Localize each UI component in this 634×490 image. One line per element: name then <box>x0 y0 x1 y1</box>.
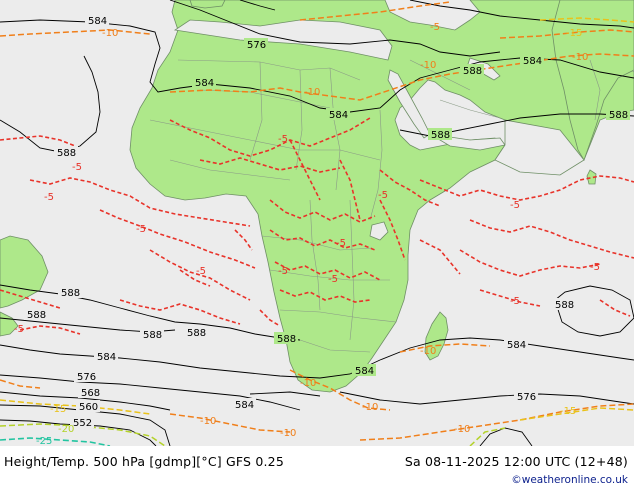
height-label: 568 <box>81 388 100 399</box>
height-label: 584 <box>195 78 214 89</box>
height-label: 588 <box>143 330 162 341</box>
temp-label: -15 <box>50 404 66 415</box>
map-footer: Height/Temp. 500 hPa [gdmp][°C] GFS 0.25… <box>0 446 634 490</box>
temp-label: -10 <box>280 428 296 439</box>
temp-label: -10 <box>362 402 378 413</box>
height-label: 588 <box>277 334 296 345</box>
temp-label: -10 <box>420 346 436 357</box>
temp-label: -15 <box>566 28 582 39</box>
temp-label: -10 <box>304 87 320 98</box>
temp-label: -5 <box>430 22 440 33</box>
map-area: 584 576 584 584 588 584 588 588 588 588 … <box>0 0 634 446</box>
height-label: 584 <box>329 110 348 121</box>
height-label: 588 <box>463 66 482 77</box>
height-label: 560 <box>79 402 98 413</box>
temp-label: -5 <box>510 296 520 307</box>
temp-label: -5 <box>136 224 146 235</box>
height-label: 584 <box>97 352 116 363</box>
temp-label: -10 <box>300 378 316 389</box>
temp-label: -10 <box>420 60 436 71</box>
height-label: 588 <box>61 288 80 299</box>
temp-label: -10 <box>200 416 216 427</box>
temp-label: -10 <box>454 424 470 435</box>
height-label: 576 <box>77 372 96 383</box>
temp-label: -5 <box>378 190 388 201</box>
height-label: 588 <box>187 328 206 339</box>
height-label: 588 <box>27 310 46 321</box>
temp-label: -5 <box>278 134 288 145</box>
height-label: 584 <box>355 366 374 377</box>
forecast-valid-time: Sa 08-11-2025 12:00 UTC (12+48) <box>404 454 628 469</box>
weather-map: 584 576 584 584 588 584 588 588 588 588 … <box>0 0 634 446</box>
temp-label: -5 <box>44 192 54 203</box>
temp-label: -5 <box>328 274 338 285</box>
temp-label: -10 <box>572 52 588 63</box>
temp-label: -5 <box>14 324 24 335</box>
height-label: 588 <box>57 148 76 159</box>
height-label: 584 <box>507 340 526 351</box>
temp-label: -25 <box>36 436 52 446</box>
height-label: 584 <box>235 400 254 411</box>
temp-label: -5 <box>590 262 600 273</box>
height-label: 588 <box>609 110 628 121</box>
temp-label: -5 <box>72 162 82 173</box>
temp-label: -15 <box>560 406 576 417</box>
temp-label: -5 <box>278 266 288 277</box>
source-credit-link[interactable]: ©weatheronline.co.uk <box>511 474 628 486</box>
temp-label: -5 <box>510 200 520 211</box>
height-label: 584 <box>88 16 107 27</box>
temp-label: -5 <box>336 238 346 249</box>
height-label: 576 <box>517 392 536 403</box>
temp-label: -20 <box>58 424 74 435</box>
height-label: 552 <box>73 418 92 429</box>
map-caption: Height/Temp. 500 hPa [gdmp][°C] GFS 0.25 <box>4 454 284 469</box>
height-label: 588 <box>555 300 574 311</box>
temp-label: -5 <box>196 266 206 277</box>
temp-label: -10 <box>102 28 118 39</box>
height-label: 576 <box>247 40 266 51</box>
height-label: 584 <box>523 56 542 67</box>
height-label: 588 <box>431 130 450 141</box>
